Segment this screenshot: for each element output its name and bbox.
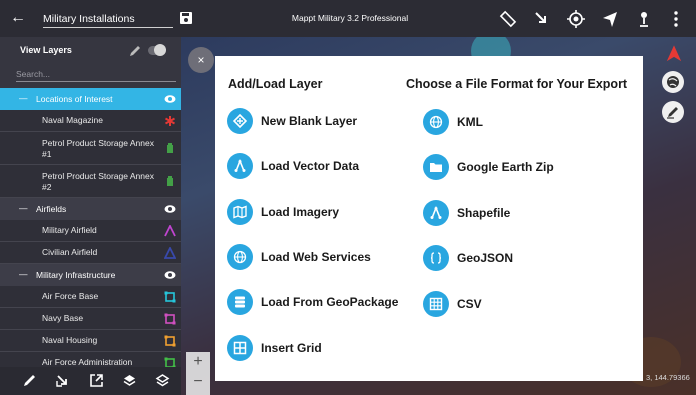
layer-item-label: Naval Housing [42,335,98,345]
pencil-icon[interactable] [22,373,37,388]
app-title: Mappt Military 3.2 Professional [291,13,409,23]
group-label: Military Infrastructure [36,270,116,280]
option-label: Insert Grid [261,341,322,355]
layer-item-label: Navy Base [42,313,84,323]
sidebar-toolbar [0,367,181,395]
layer-item[interactable]: Air Force Base [0,286,181,308]
more-vertical-icon[interactable] [666,9,686,29]
battery-icon [164,142,176,154]
map-edit-icon[interactable] [662,101,684,123]
navigation-icon[interactable] [600,9,620,29]
layer-group-locations-of-interest[interactable]: — Locations of Interest [0,88,181,110]
layer-group-military-infrastructure[interactable]: — Military Infrastructure [0,264,181,286]
option-label: Load Vector Data [261,159,360,173]
layer-plus-icon [227,108,253,134]
layers-toggle[interactable] [148,44,166,56]
layer-item[interactable]: Petrol Product Storage Annex #1 [0,132,181,165]
add-load-panel: Add/Load Layer Choose a File Format for … [215,56,643,381]
gps-target-icon[interactable] [566,9,586,29]
database-icon [227,289,253,315]
grid-icon [227,335,253,361]
globe-icon [423,109,449,135]
export-format-heading: Choose a File Format for Your Export [406,77,628,91]
triangle-icon [163,245,177,259]
zoom-out-button[interactable]: − [186,372,210,392]
layer-list: — Locations of Interest Naval Magazine P… [0,88,181,374]
open-external-icon[interactable] [89,373,104,388]
layer-item[interactable]: Military Airfield [0,220,181,242]
table-icon [423,291,449,317]
layer-item[interactable]: Naval Magazine [0,110,181,132]
option-label: Load Imagery [261,205,340,219]
zoom-control: + − [186,352,210,395]
import-arrow-icon[interactable] [55,373,70,388]
vector-icon [423,200,449,226]
json-braces-icon [423,245,449,271]
layer-item-label: Naval Magazine [42,115,103,125]
group-label: Locations of Interest [36,94,113,104]
option-label: GeoJSON [457,251,514,265]
globe-icon[interactable] [662,71,684,93]
collapse-icon[interactable]: — [19,203,28,213]
asterisk-icon [164,115,176,127]
pencil-icon[interactable] [128,44,142,58]
eye-icon[interactable] [164,94,176,104]
layer-item[interactable]: Civilian Airfield [0,242,181,264]
layer-item-label: Petrol Product Storage Annex #1 [42,138,154,159]
layer-item-label: Civilian Airfield [42,247,98,257]
option-label: Load Web Services [261,250,371,264]
eye-icon[interactable] [164,270,176,280]
north-arrow-icon [664,44,682,62]
ruler-icon[interactable] [498,9,518,29]
layer-group-airfields[interactable]: — Airfields [0,198,181,220]
polyline-icon [164,223,176,237]
coordinate-readout: 3, 144.79366 [646,373,690,382]
eye-icon[interactable] [164,204,176,214]
zoom-in-button[interactable]: + [186,352,210,372]
group-label: Airfields [36,204,67,214]
layers-down-icon[interactable] [122,373,137,388]
sidebar-title: View Layers [20,45,72,55]
layer-item-label: Air Force Base [42,291,99,301]
cursor-download-icon[interactable] [532,9,552,29]
top-bar: ← Mappt Military 3.2 Professional [0,0,696,37]
project-name-input[interactable] [43,10,173,28]
globe-icon [227,244,253,270]
location-walk-icon[interactable] [634,9,654,29]
layer-search-input[interactable] [16,67,176,82]
option-label: Shapefile [457,206,511,220]
option-label: Load From GeoPackage [261,295,399,309]
close-menu-button[interactable]: × [188,47,214,73]
layers-sidebar: View Layers — Locations of Interest Nava… [0,37,181,395]
sidebar-header: View Layers [0,37,181,65]
imagery-map-icon [227,199,253,225]
folder-icon [423,154,449,180]
add-load-heading: Add/Load Layer [228,77,323,91]
vector-icon [227,153,253,179]
layers-up-icon[interactable] [155,373,170,388]
layer-item-label: Military Airfield [42,225,97,235]
option-label: CSV [457,297,482,311]
polygon-icon [164,291,176,303]
back-arrow-icon[interactable]: ← [8,8,28,28]
layer-item[interactable]: Naval Housing [0,330,181,352]
collapse-icon[interactable]: — [19,269,28,279]
collapse-icon[interactable]: — [19,93,28,103]
option-label: KML [457,115,483,129]
layer-item-label: Petrol Product Storage Annex #2 [42,171,154,192]
toggle-knob [154,44,166,56]
battery-icon [164,175,176,187]
option-label: Google Earth Zip [457,160,554,174]
option-label: New Blank Layer [261,114,358,128]
save-icon[interactable] [180,11,192,24]
layer-item[interactable]: Navy Base [0,308,181,330]
polygon-icon [164,335,176,347]
polygon-icon [164,313,176,325]
layer-item[interactable]: Petrol Product Storage Annex #2 [0,165,181,198]
